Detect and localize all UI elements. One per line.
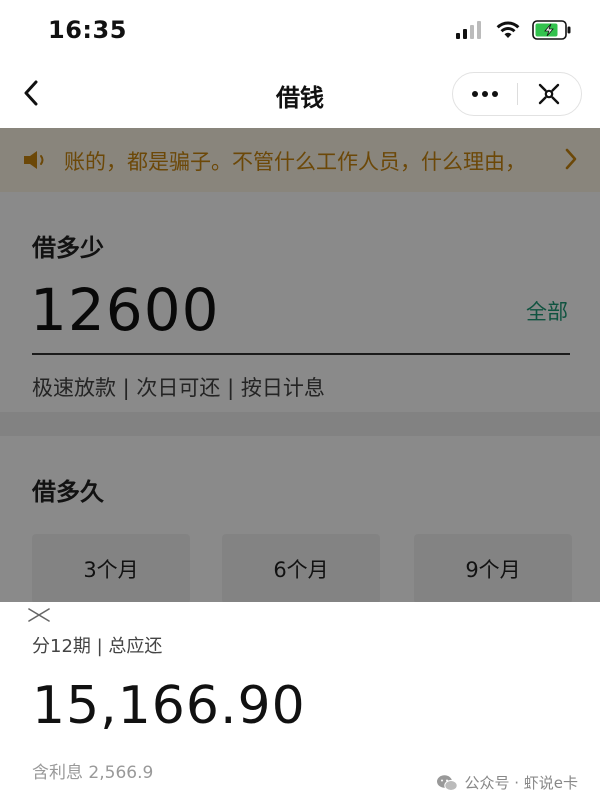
more-dots-icon (471, 91, 498, 97)
interest-amount: 含利息 2,566.9 (32, 763, 154, 783)
repayment-sheet: 分12期 | 总应还 15,166.90 含利息 2,566.9 公众号 · 虾… (0, 602, 600, 808)
total-repayment: 15,166.90 (32, 676, 306, 736)
scissors-icon[interactable] (28, 608, 50, 622)
mini-program-capsule (452, 72, 582, 116)
status-time: 16:35 (48, 16, 127, 44)
installment-summary: 分12期 | 总应还 (32, 636, 163, 657)
status-icons (456, 20, 572, 40)
modal-overlay[interactable] (0, 128, 600, 602)
wechat-icon (437, 774, 459, 791)
close-button[interactable] (518, 72, 582, 116)
nav-bar: 借钱 (0, 62, 600, 128)
battery-icon (532, 20, 571, 40)
wifi-icon (496, 21, 520, 38)
watermark-text: 公众号 · 虾说e卡 (464, 774, 578, 792)
watermark: 公众号 · 虾说e卡 (436, 772, 578, 793)
cellular-signal-icon (456, 21, 481, 39)
status-bar: 16:35 (0, 0, 600, 62)
close-icon (539, 83, 560, 105)
more-button[interactable] (453, 72, 517, 116)
